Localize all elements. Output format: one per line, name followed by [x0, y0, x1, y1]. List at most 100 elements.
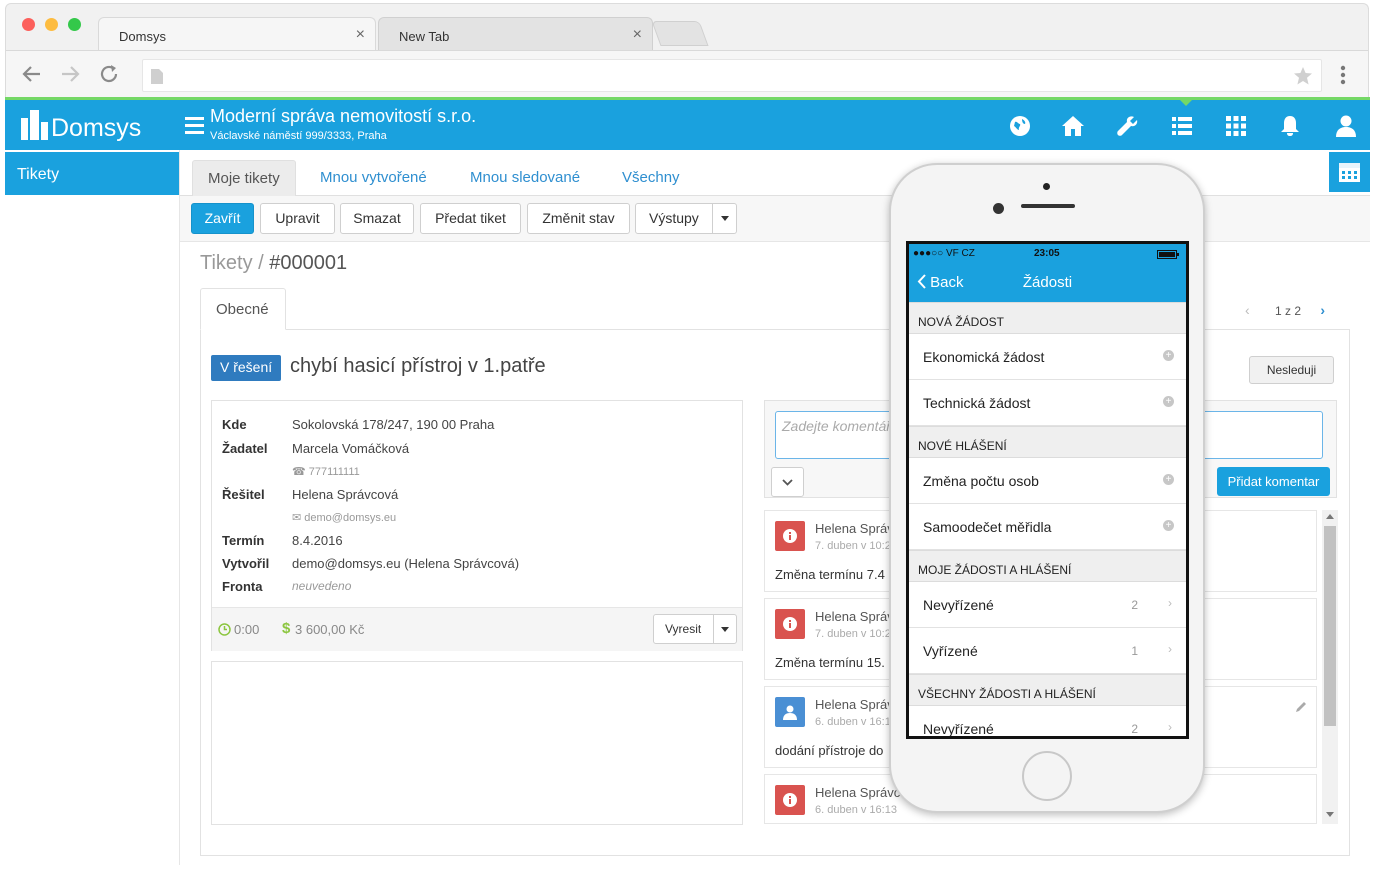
close-icon[interactable]: ×	[633, 26, 642, 44]
company-name: Moderní správa nemovitostí s.r.o.	[210, 106, 477, 126]
feed-date: 6. duben v 16:13	[815, 804, 897, 816]
page-icon	[151, 69, 163, 84]
edit-button[interactable]: Upravit	[260, 203, 335, 234]
calendar-button[interactable]	[1329, 152, 1370, 192]
hamburger-menu-icon[interactable]	[185, 117, 204, 135]
tab-vsechny[interactable]: Všechny	[622, 160, 680, 196]
sidebar: Tikety	[5, 150, 180, 865]
wrench-icon[interactable]	[1116, 114, 1140, 138]
reload-icon[interactable]	[98, 63, 120, 85]
scroll-up-icon[interactable]	[1326, 514, 1334, 519]
detail-label: Kde	[222, 417, 247, 432]
list-item-label: Samoodečet měřidla	[923, 519, 1052, 535]
feed-scrollbar[interactable]	[1322, 510, 1338, 824]
feed-author: Helena Správ	[815, 609, 894, 624]
battery-icon	[1157, 250, 1179, 259]
tab-mnou-vytvorene[interactable]: Mnou vytvořené	[320, 160, 427, 196]
browser-tab-domsys[interactable]: Domsys ×	[98, 17, 376, 50]
outputs-dropdown-button[interactable]: Výstupy	[635, 203, 737, 234]
transfer-ticket-button[interactable]: Předat tiket	[420, 203, 521, 234]
phone-screen: ●●●○○ VF CZ 23:05 Back Žádosti NOVÁ ŽÁDO…	[906, 241, 1189, 739]
browser-chrome: Domsys × New Tab ×	[5, 3, 1369, 99]
list-item[interactable]: Změna počtu osob +	[909, 458, 1186, 504]
delete-button[interactable]: Smazat	[340, 203, 414, 234]
feed-author: Helena Správ	[815, 697, 894, 712]
tab-moje-tikety[interactable]: Moje tikety	[192, 160, 296, 196]
list-item[interactable]: Samoodečet měřidla +	[909, 504, 1186, 550]
list-item[interactable]: Ekonomická žádost +	[909, 334, 1186, 380]
globe-icon[interactable]	[1008, 114, 1032, 138]
maximize-window-button[interactable]	[68, 18, 81, 31]
phone-navbar: Back Žádosti	[909, 264, 1186, 302]
chevron-right-icon: ›	[1168, 642, 1172, 656]
minimize-window-button[interactable]	[45, 18, 58, 31]
detail-value: neuvedeno	[292, 579, 352, 593]
email-value[interactable]: demo@domsys.eu	[304, 512, 396, 524]
next-page-icon[interactable]: ›	[1320, 302, 1325, 318]
resolve-dropdown-button[interactable]: Vyresit	[653, 614, 737, 644]
change-state-button[interactable]: Změnit stav	[527, 203, 630, 234]
close-ticket-button[interactable]: Zavřít	[191, 203, 254, 234]
resolve-label: Vyresit	[665, 622, 702, 636]
address-bar[interactable]	[142, 59, 1322, 92]
list-item-label: Technická žádost	[923, 395, 1031, 411]
phone-status-bar: ●●●○○ VF CZ 23:05	[909, 244, 1186, 264]
close-icon[interactable]: ×	[356, 26, 365, 44]
feed-date: 7. duben v 10:2	[815, 628, 891, 640]
list-item-count: 2	[1131, 722, 1138, 736]
user-icon[interactable]	[1334, 114, 1358, 138]
plus-icon: +	[1163, 396, 1174, 407]
empty-panel	[211, 661, 743, 825]
list-item-count: 1	[1131, 644, 1138, 658]
tab-mnou-sledovane[interactable]: Mnou sledované	[470, 160, 580, 196]
prev-page-icon[interactable]: ‹	[1245, 302, 1250, 318]
phone-camera	[993, 203, 1004, 214]
comment-options-button[interactable]	[771, 467, 804, 497]
app-header: Domsys Moderní správa nemovitostí s.r.o.…	[5, 97, 1370, 150]
new-tab-button[interactable]	[651, 21, 709, 46]
tab-obecne[interactable]: Obecné	[200, 288, 286, 330]
pager-label: 1 z 2	[1275, 304, 1302, 318]
clock-icon	[218, 623, 231, 636]
list-item[interactable]: Technická žádost +	[909, 380, 1186, 426]
browser-tab-new[interactable]: New Tab ×	[378, 17, 653, 50]
list-item[interactable]: Vyřízené 1 ›	[909, 628, 1186, 674]
breadcrumb-root[interactable]: Tikety	[200, 252, 253, 274]
dollar-icon: $	[282, 620, 291, 637]
active-indicator-icon	[1177, 97, 1195, 106]
info-icon	[775, 785, 805, 815]
bell-icon[interactable]	[1278, 114, 1302, 138]
tab-label: New Tab	[399, 29, 450, 44]
outputs-label: Výstupy	[649, 210, 699, 226]
list-item[interactable]: Nevyřízené 2 ›	[909, 706, 1186, 736]
ticket-title: chybí hasicí přístroj v 1.patře	[290, 355, 546, 377]
add-comment-button[interactable]: Přidat komentar	[1217, 467, 1330, 496]
scrollbar-thumb[interactable]	[1324, 526, 1336, 726]
grid-icon[interactable]	[1224, 114, 1248, 138]
list-item[interactable]: Nevyřízené 2 ›	[909, 582, 1186, 628]
breadcrumb-separator: /	[252, 252, 270, 274]
phone-icon: ☎	[292, 466, 309, 478]
forward-icon[interactable]	[59, 63, 81, 85]
logo-icon	[21, 110, 48, 140]
menu-icon[interactable]	[1340, 65, 1346, 85]
divider	[712, 204, 713, 233]
detail-label: Vytvořil	[222, 556, 270, 571]
back-icon[interactable]	[21, 63, 43, 85]
follow-toggle-button[interactable]: Nesleduji	[1249, 356, 1334, 384]
logo[interactable]: Domsys	[51, 114, 141, 143]
tab-label: Domsys	[119, 29, 166, 44]
chevron-down-icon	[782, 479, 793, 486]
list-icon[interactable]	[1170, 114, 1194, 138]
pencil-icon[interactable]	[1295, 701, 1307, 713]
list-item-count: 2	[1131, 598, 1138, 612]
breadcrumb: Tikety / #000001	[200, 252, 347, 275]
close-window-button[interactable]	[22, 18, 35, 31]
scroll-down-icon[interactable]	[1326, 812, 1334, 817]
browser-toolbar	[6, 50, 1368, 99]
feed-author: Helena Správ	[815, 521, 894, 536]
chevron-right-icon: ›	[1168, 596, 1172, 610]
sidebar-item-tikety[interactable]: Tikety	[5, 152, 179, 195]
star-icon[interactable]	[1293, 66, 1313, 86]
home-icon[interactable]	[1061, 114, 1085, 138]
